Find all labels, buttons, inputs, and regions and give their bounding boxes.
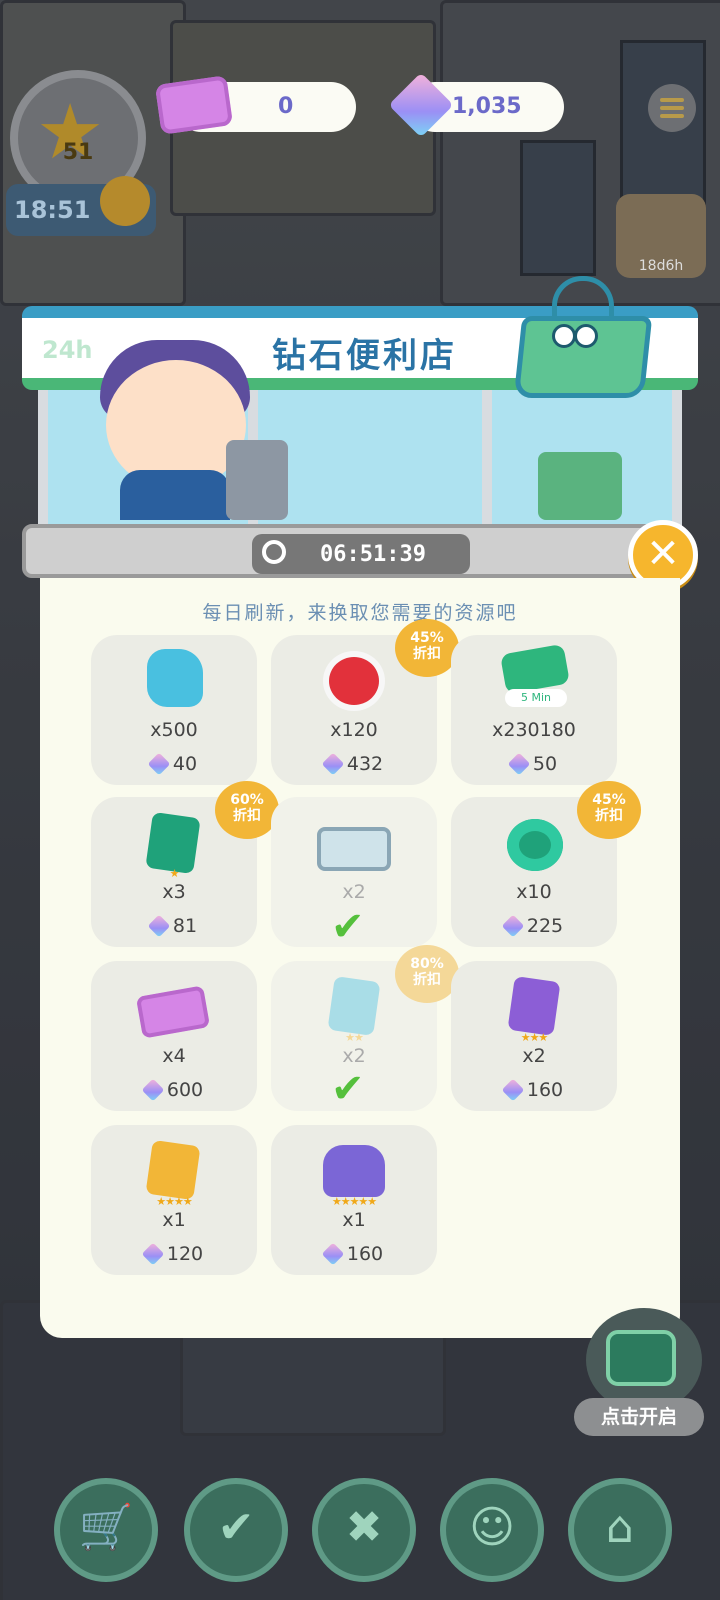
star-rating-icon: ★★★★★ xyxy=(331,1195,377,1208)
item-quantity: x120 xyxy=(330,719,378,741)
shop-subtitle: 每日刷新，来换取您需要的资源吧 xyxy=(202,602,518,624)
item-price: 40 xyxy=(91,752,257,776)
discount-badge: 45% 折扣 xyxy=(395,619,459,677)
shop-cart-icon: 🛒 xyxy=(78,1502,134,1553)
item-price: 81 xyxy=(91,914,257,938)
discount-badge: 60% 折扣 xyxy=(215,781,279,839)
nav-shop-button[interactable]: 🛒 xyxy=(54,1478,158,1582)
tasks-icon: ✔ xyxy=(217,1502,255,1553)
item-price: 432 xyxy=(271,752,437,776)
refresh-countdown: 06:51:39 xyxy=(320,542,426,567)
item-price: 50 xyxy=(451,752,617,776)
green-card-pack-1star-icon xyxy=(145,811,201,875)
nav-home-button[interactable]: ⌂ xyxy=(568,1478,672,1582)
blue-card-pack-2star-icon xyxy=(327,976,381,1036)
item-quantity: x4 xyxy=(162,1045,186,1067)
clerk-body xyxy=(120,470,230,520)
purchased-check-icon: ✔ xyxy=(331,1066,365,1112)
diamond-icon xyxy=(147,752,171,776)
item-price: 600 xyxy=(91,1078,257,1102)
refresh-24h-label: 24h xyxy=(42,336,93,364)
level-number: 51 xyxy=(62,140,94,165)
purple-backpack-5star-icon xyxy=(323,1145,385,1197)
gold-card-pack-4star-icon xyxy=(145,1139,201,1201)
video-player-icon xyxy=(317,827,391,871)
purchased-check-icon: ✔ xyxy=(331,904,365,950)
pink-ticket-icon xyxy=(135,985,211,1039)
diamond-count: 1,035 xyxy=(452,94,522,119)
discount-badge: 45% 折扣 xyxy=(577,781,641,839)
diamond-icon xyxy=(147,914,171,938)
item-quantity: x1 xyxy=(342,1209,366,1231)
time-skip-ticket-icon xyxy=(500,643,570,695)
item-quantity: x2 xyxy=(522,1045,546,1067)
item-quantity: x230180 xyxy=(492,719,576,741)
diamond-icon xyxy=(501,1078,525,1102)
diamond-icon xyxy=(141,1242,165,1266)
menu-button[interactable] xyxy=(648,84,696,132)
basket-stack-icon xyxy=(538,452,622,520)
purple-card-pack-3star-icon xyxy=(507,976,561,1036)
star-rating-icon: ★★★ xyxy=(520,1031,549,1044)
item-quantity: x2 xyxy=(342,1045,366,1067)
tools-icon: ✖ xyxy=(345,1502,383,1553)
home-icon: ⌂ xyxy=(606,1502,634,1553)
shopping-basket-icon xyxy=(508,276,653,398)
item-price: 120 xyxy=(91,1242,257,1266)
item-quantity: x10 xyxy=(516,881,552,903)
pink-ticket-icon xyxy=(154,75,234,135)
nav-emoji-button[interactable]: ☺ xyxy=(440,1478,544,1582)
tv-icon xyxy=(606,1330,676,1386)
item-quantity: x500 xyxy=(150,719,198,741)
item-price: 160 xyxy=(271,1242,437,1266)
star-rating-icon: ★★★★ xyxy=(156,1195,192,1208)
menu-icon xyxy=(660,98,684,102)
nav-tasks-button[interactable]: ✔ xyxy=(184,1478,288,1582)
sun-icon xyxy=(100,176,150,226)
diamond-icon xyxy=(507,752,531,776)
diamond-icon xyxy=(321,752,345,776)
blue-puzzle-icon xyxy=(147,649,203,707)
crown-coin-icon xyxy=(507,819,563,871)
shop-item-card[interactable]: x500 40 xyxy=(91,635,257,785)
item-price: 225 xyxy=(451,914,617,938)
shop-title: 钻石便利店 xyxy=(272,336,457,376)
event-badge[interactable]: 18d6h xyxy=(616,194,706,278)
clock-icon xyxy=(262,540,286,564)
ad-button-label[interactable]: 点击开启 xyxy=(574,1398,704,1436)
shop-item-card[interactable]: 5 Min x230180 50 xyxy=(451,635,617,785)
item-quantity: x3 xyxy=(162,881,186,903)
diamond-icon xyxy=(501,914,525,938)
emoji-icon: ☺ xyxy=(469,1502,515,1553)
event-timer: 18d6h xyxy=(638,258,684,274)
diamond-icon xyxy=(321,1242,345,1266)
time-skip-label: 5 Min xyxy=(505,689,567,707)
star-rating-icon: ★★ xyxy=(345,1031,364,1044)
shop-item-card[interactable]: ★★★ x2 160 xyxy=(451,961,617,1111)
shop-item-card[interactable]: ★★★★★ x1 160 xyxy=(271,1125,437,1275)
shop-item-card[interactable]: x4 600 xyxy=(91,961,257,1111)
discount-badge: 80% 折扣 xyxy=(395,945,459,1003)
cash-register-icon xyxy=(226,440,288,520)
item-quantity: x1 xyxy=(162,1209,186,1231)
ticket-count: 0 xyxy=(278,94,294,119)
star-rating-icon: ★ xyxy=(169,867,180,880)
shop-item-card[interactable]: ★★★★ x1 120 xyxy=(91,1125,257,1275)
red-flower-icon xyxy=(329,657,379,705)
nav-tools-button[interactable]: ✖ xyxy=(312,1478,416,1582)
diamond-icon xyxy=(141,1078,165,1102)
item-price: 160 xyxy=(451,1078,617,1102)
shop-item-card: x2 ✔ xyxy=(271,797,437,947)
item-quantity: x2 xyxy=(342,881,366,903)
